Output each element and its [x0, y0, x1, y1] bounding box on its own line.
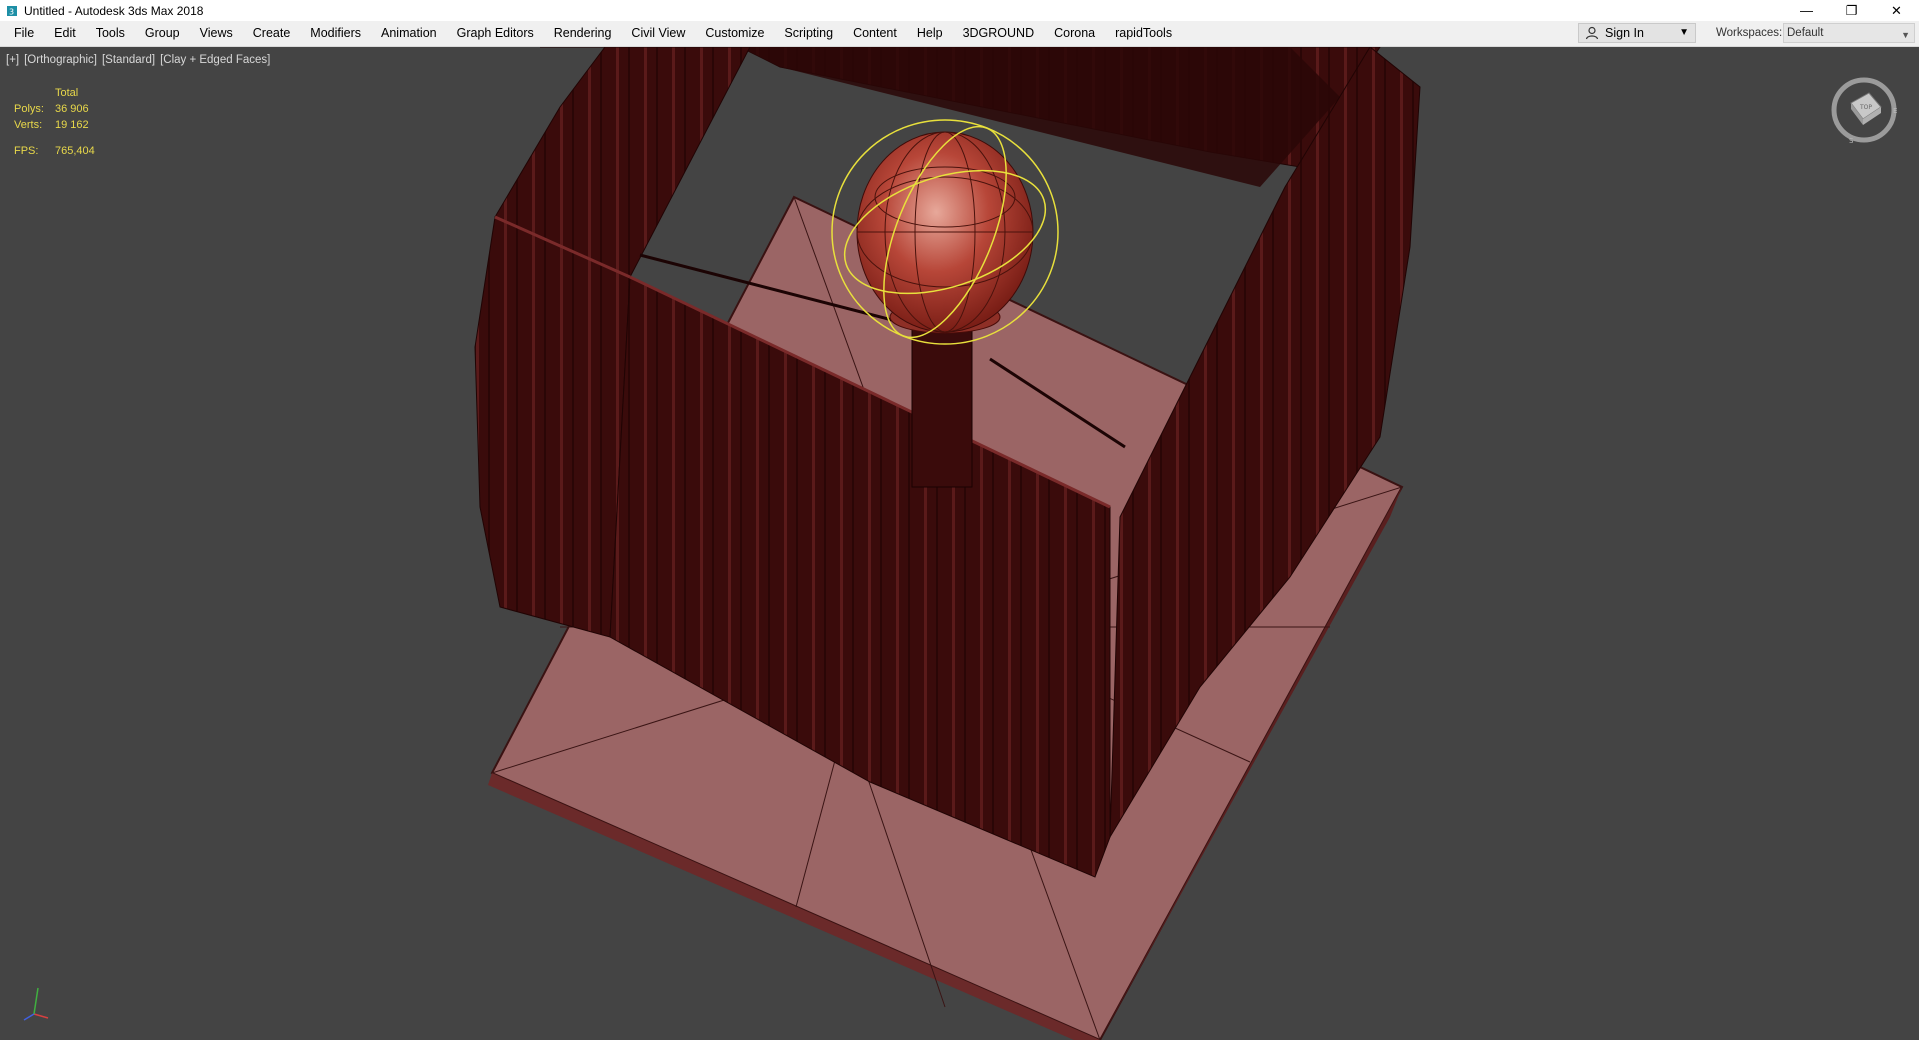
window-title: Untitled - Autodesk 3ds Max 2018 [24, 3, 204, 18]
menu-group[interactable]: Group [135, 21, 190, 46]
stats-fps-value: 765,404 [55, 145, 95, 157]
viewcube-icon[interactable]: TOP E S [1829, 75, 1899, 148]
sign-in-label: Sign In [1605, 26, 1644, 40]
world-axis-icon [20, 980, 60, 1028]
menu-graph-editors[interactable]: Graph Editors [447, 21, 544, 46]
svg-text:S: S [1849, 137, 1854, 145]
app-logo-icon: 3 [6, 5, 18, 17]
viewport-shading-label[interactable]: [Clay + Edged Faces] [160, 54, 273, 66]
viewcube-face-label: TOP [1859, 104, 1872, 111]
menu-scripting[interactable]: Scripting [774, 21, 843, 46]
menu-help[interactable]: Help [907, 21, 953, 46]
chevron-down-icon: ▼ [1679, 27, 1689, 38]
workspaces-label: Workspaces: [1716, 27, 1783, 39]
menu-corona[interactable]: Corona [1044, 21, 1105, 46]
menu-3dground[interactable]: 3DGROUND [953, 21, 1045, 46]
restore-button[interactable]: ❐ [1829, 0, 1874, 21]
workspaces-value: Default [1787, 27, 1824, 39]
stats-verts-value: 19 162 [55, 119, 89, 131]
chevron-down-icon: ▼ [1901, 30, 1910, 40]
menu-rendering[interactable]: Rendering [544, 21, 622, 46]
viewport-standard-label[interactable]: [Standard] [102, 54, 158, 66]
menu-animation[interactable]: Animation [371, 21, 447, 46]
stats-polys-label: Polys: [14, 103, 44, 115]
viewport-label[interactable]: [+] [Orthographic] [Standard] [Clay + Ed… [6, 54, 273, 66]
menu-create[interactable]: Create [243, 21, 301, 46]
menu-tools[interactable]: Tools [86, 21, 135, 46]
workspaces-select[interactable]: Default ▼ [1783, 23, 1915, 43]
stats-fps-label: FPS: [14, 145, 39, 157]
window-controls: — ❐ ✕ [1784, 0, 1919, 21]
viewport-menu-plus[interactable]: [+] [6, 54, 22, 66]
menu-views[interactable]: Views [190, 21, 243, 46]
svg-text:E: E [1893, 107, 1897, 115]
menu-rapidtools[interactable]: rapidTools [1105, 21, 1182, 46]
scene-render[interactable] [0, 47, 1919, 1040]
menu-civil-view[interactable]: Civil View [621, 21, 695, 46]
menu-edit[interactable]: Edit [44, 21, 86, 46]
sign-in-dropdown[interactable]: Sign In ▼ [1578, 23, 1696, 43]
svg-text:3: 3 [9, 7, 14, 16]
menu-modifiers[interactable]: Modifiers [300, 21, 371, 46]
viewport-view-label[interactable]: [Orthographic] [24, 54, 100, 66]
menu-items: File Edit Tools Group Views Create Modif… [0, 21, 1182, 46]
menu-bar: File Edit Tools Group Views Create Modif… [0, 21, 1919, 47]
menu-customize[interactable]: Customize [695, 21, 774, 46]
minimize-button[interactable]: — [1784, 0, 1829, 21]
stats-polys-value: 36 906 [55, 103, 89, 115]
perspective-viewport[interactable]: [+] [Orthographic] [Standard] [Clay + Ed… [0, 47, 1919, 1040]
title-bar: 3 Untitled - Autodesk 3ds Max 2018 — ❐ ✕ [0, 0, 1919, 21]
stats-total-label: Total [55, 87, 79, 99]
menu-content[interactable]: Content [843, 21, 907, 46]
viewport-statistics: Total Polys: 36 906 Verts: 19 162 FPS: 765,… [14, 85, 95, 159]
menu-file[interactable]: File [4, 21, 44, 46]
user-icon [1585, 26, 1601, 40]
stats-verts-label: Verts: [14, 119, 43, 131]
close-button[interactable]: ✕ [1874, 0, 1919, 21]
